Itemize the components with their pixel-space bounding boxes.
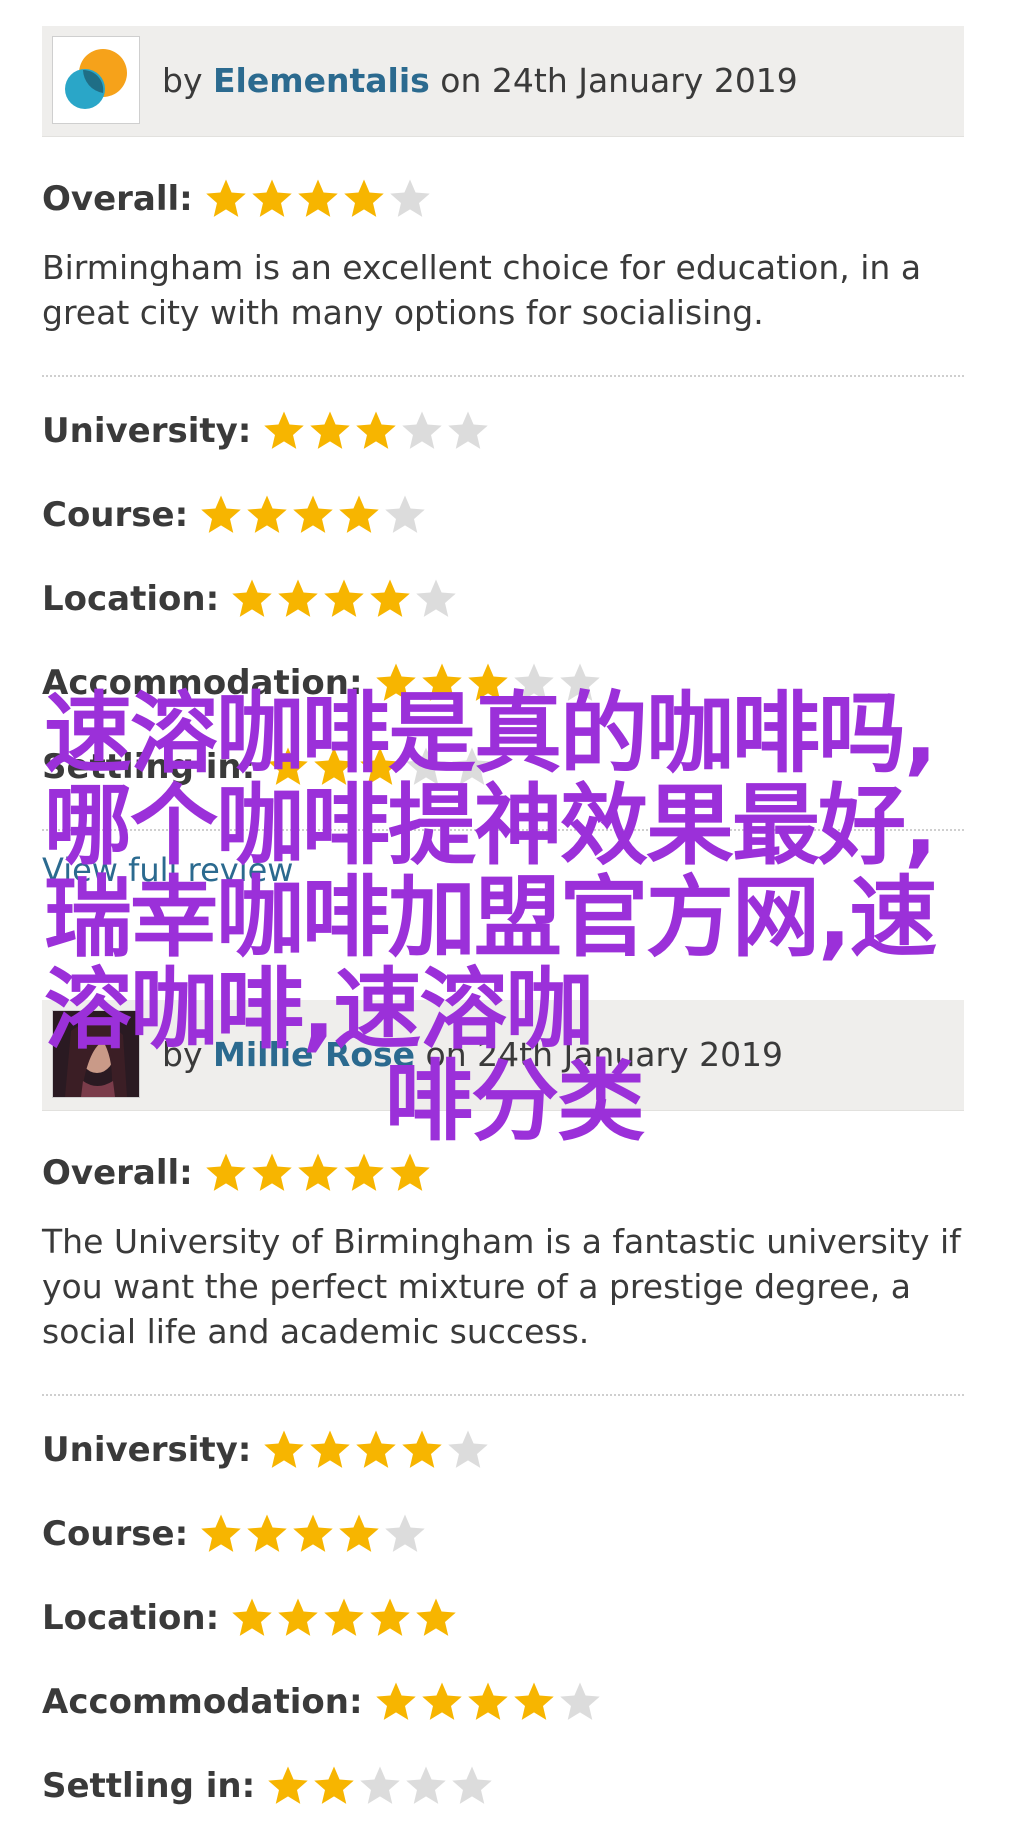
rating-row-university: University: <box>42 1408 964 1492</box>
star-filled-icon <box>344 1153 384 1191</box>
star-filled-icon <box>247 495 287 533</box>
review-text: The University of Birmingham is a fantas… <box>42 1222 961 1351</box>
rating-label: University: <box>42 1430 252 1470</box>
rating-label: Settling in: <box>42 1766 256 1806</box>
rating-label: Location: <box>42 579 220 619</box>
star-rating <box>229 1595 459 1641</box>
star-filled-icon <box>232 1598 272 1636</box>
star-filled-icon <box>264 411 305 449</box>
star-filled-icon <box>298 179 338 217</box>
review-byline: by Elementalis on 24th January 2019 <box>162 26 798 136</box>
star-empty-icon <box>406 1766 446 1804</box>
star-filled-icon <box>278 579 318 617</box>
star-filled-icon <box>201 495 241 533</box>
star-empty-icon <box>452 1766 492 1804</box>
rating-row-accommodation: Accommodation: <box>42 1660 964 1744</box>
star-filled-icon <box>513 1682 554 1720</box>
star-filled-icon <box>467 1682 508 1720</box>
star-rating <box>198 1511 428 1557</box>
category-ratings: University: Course: Location: Accommodat… <box>42 1408 964 1828</box>
star-filled-icon <box>247 1514 287 1552</box>
star-filled-icon <box>310 411 351 449</box>
star-empty-icon <box>416 579 456 617</box>
star-filled-icon <box>324 1598 364 1636</box>
star-filled-icon <box>252 179 292 217</box>
star-filled-icon <box>390 1153 430 1191</box>
review-date: on 24th January 2019 <box>440 61 798 100</box>
rating-row-course: Course: <box>42 1492 964 1576</box>
star-filled-icon <box>339 495 379 533</box>
star-filled-icon <box>356 411 397 449</box>
star-empty-icon <box>385 495 425 533</box>
star-filled-icon <box>293 1514 333 1552</box>
star-filled-icon <box>344 179 384 217</box>
star-rating <box>261 1427 491 1473</box>
overlay-text-last: 啡分类 <box>384 1050 645 1153</box>
watermark-overlay-text: 速溶咖啡是真的咖啡吗,哪个咖啡提神效果最好,瑞幸咖啡加盟官方网,速溶咖啡,速溶咖… <box>44 688 984 1148</box>
rating-label: Location: <box>42 1598 220 1638</box>
rating-label: Course: <box>42 1514 189 1554</box>
star-rating <box>203 176 433 222</box>
author-link[interactable]: Elementalis <box>213 61 430 100</box>
star-filled-icon <box>278 1598 318 1636</box>
star-filled-icon <box>339 1514 379 1552</box>
star-filled-icon <box>375 1682 416 1720</box>
star-filled-icon <box>268 1766 308 1804</box>
star-filled-icon <box>370 579 410 617</box>
star-empty-icon <box>448 1430 489 1468</box>
star-rating <box>203 1150 433 1196</box>
rating-row-university: University: <box>42 389 964 473</box>
star-filled-icon <box>356 1430 397 1468</box>
star-filled-icon <box>206 179 246 217</box>
star-filled-icon <box>264 1430 305 1468</box>
rating-row-location: Location: <box>42 557 964 641</box>
star-rating <box>373 1679 603 1725</box>
rating-label: Accommodation: <box>42 1682 363 1722</box>
rating-label: Course: <box>42 495 189 535</box>
star-empty-icon <box>390 179 430 217</box>
star-empty-icon <box>448 411 489 449</box>
by-prefix: by <box>162 61 203 100</box>
star-rating <box>265 1763 495 1809</box>
star-filled-icon <box>206 1153 246 1191</box>
star-filled-icon <box>324 579 364 617</box>
rating-row-location: Location: <box>42 1576 964 1660</box>
star-filled-icon <box>310 1430 351 1468</box>
divider <box>42 1394 964 1396</box>
rating-row-course: Course: <box>42 473 964 557</box>
star-filled-icon <box>232 579 272 617</box>
star-filled-icon <box>298 1153 338 1191</box>
star-rating <box>261 408 491 454</box>
star-filled-icon <box>421 1682 462 1720</box>
divider <box>42 375 964 377</box>
overall-label: Overall: <box>42 1153 193 1193</box>
star-empty-icon <box>402 411 443 449</box>
star-filled-icon <box>416 1598 456 1636</box>
star-rating <box>229 576 459 622</box>
star-empty-icon <box>559 1682 600 1720</box>
star-filled-icon <box>201 1514 241 1552</box>
overlay-text-main: 速溶咖啡是真的咖啡吗,哪个咖啡提神效果最好,瑞幸咖啡加盟官方网,速溶咖啡,速溶咖 <box>44 682 937 1061</box>
star-filled-icon <box>293 495 333 533</box>
logo-avatar-icon[interactable] <box>52 36 140 124</box>
overall-label: Overall: <box>42 179 193 219</box>
rating-label: University: <box>42 411 252 451</box>
star-filled-icon <box>370 1598 410 1636</box>
star-filled-icon <box>402 1430 443 1468</box>
overall-rating-row: Overall: <box>42 157 964 241</box>
star-empty-icon <box>360 1766 400 1804</box>
review-header: by Elementalis on 24th January 2019 <box>42 26 964 137</box>
star-rating <box>198 492 428 538</box>
star-filled-icon <box>314 1766 354 1804</box>
star-filled-icon <box>252 1153 292 1191</box>
review-text: Birmingham is an excellent choice for ed… <box>42 248 922 332</box>
star-empty-icon <box>385 1514 425 1552</box>
rating-row-settling-in: Settling in: <box>42 1744 964 1828</box>
